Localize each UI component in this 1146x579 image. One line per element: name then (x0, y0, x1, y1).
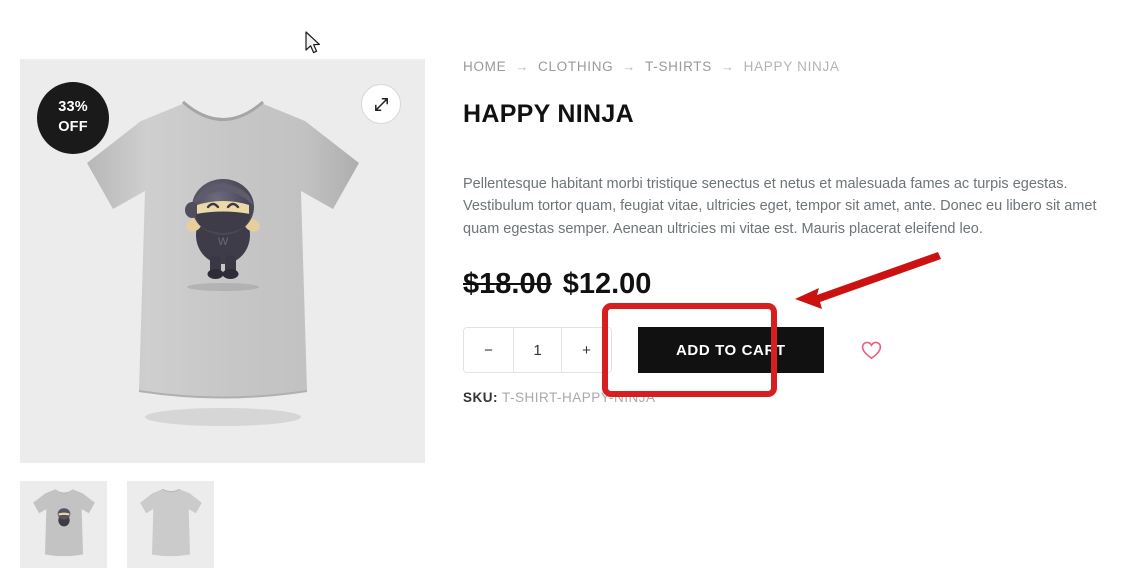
add-to-cart-zone: ADD TO CART (602, 303, 824, 398)
breadcrumb-item-home[interactable]: HOME (463, 59, 506, 74)
add-to-cart-button[interactable]: ADD TO CART (638, 327, 824, 374)
main-product-image[interactable]: 33% OFF W (20, 59, 425, 463)
discount-badge: 33% OFF (37, 82, 109, 154)
original-price: $18.00 (463, 268, 552, 301)
quantity-increase-button[interactable]: + (562, 328, 611, 373)
breadcrumb-item-clothing[interactable]: CLOTHING (538, 59, 613, 74)
product-page: 33% OFF W HOME → CLOTHING → T-SHIRTS → H… (0, 0, 1146, 579)
sku-row: SKU: T-SHIRT-HAPPY-NINJA (463, 390, 1113, 405)
quantity-input[interactable]: 1 (513, 328, 562, 373)
wishlist-button[interactable] (859, 337, 885, 363)
product-summary: HOME → CLOTHING → T-SHIRTS → HAPPY NINJA… (463, 59, 1113, 405)
expand-arrows-icon (374, 97, 388, 111)
product-description: Pellentesque habitant morbi tristique se… (463, 176, 1097, 237)
breadcrumb-separator-icon: → (622, 59, 637, 74)
discount-word: OFF (58, 119, 88, 135)
breadcrumb-item-current: HAPPY NINJA (743, 59, 840, 74)
heart-icon (861, 341, 882, 360)
mouse-cursor (305, 31, 320, 54)
breadcrumb-separator-icon: → (720, 59, 735, 74)
svg-text:W: W (217, 236, 228, 248)
breadcrumb: HOME → CLOTHING → T-SHIRTS → HAPPY NINJA (463, 59, 1113, 74)
breadcrumb-item-t-shirts[interactable]: T-SHIRTS (645, 59, 712, 74)
current-price: $12.00 (562, 268, 652, 301)
breadcrumb-separator-icon: → (515, 59, 530, 74)
t-shirt-photo: W (73, 91, 373, 431)
sku-label: SKU: (463, 390, 498, 406)
product-gallery: 33% OFF W (20, 59, 425, 568)
page-title: HAPPY NINJA (463, 100, 634, 128)
t-shirt-back-thumbnail[interactable] (127, 481, 214, 568)
cart-controls: − 1 + ADD TO CART (463, 303, 1113, 398)
sku-value: T-SHIRT-HAPPY-NINJA (502, 390, 656, 406)
quantity-stepper: − 1 + (463, 327, 612, 374)
price-block: $18.00 $12.00 (463, 268, 1113, 301)
thumbnail-list (20, 481, 425, 568)
expand-image-button[interactable] (361, 84, 401, 124)
quantity-decrease-button[interactable]: − (464, 328, 513, 373)
t-shirt-front-thumbnail[interactable] (20, 481, 107, 568)
discount-percent: 33% (58, 99, 88, 116)
